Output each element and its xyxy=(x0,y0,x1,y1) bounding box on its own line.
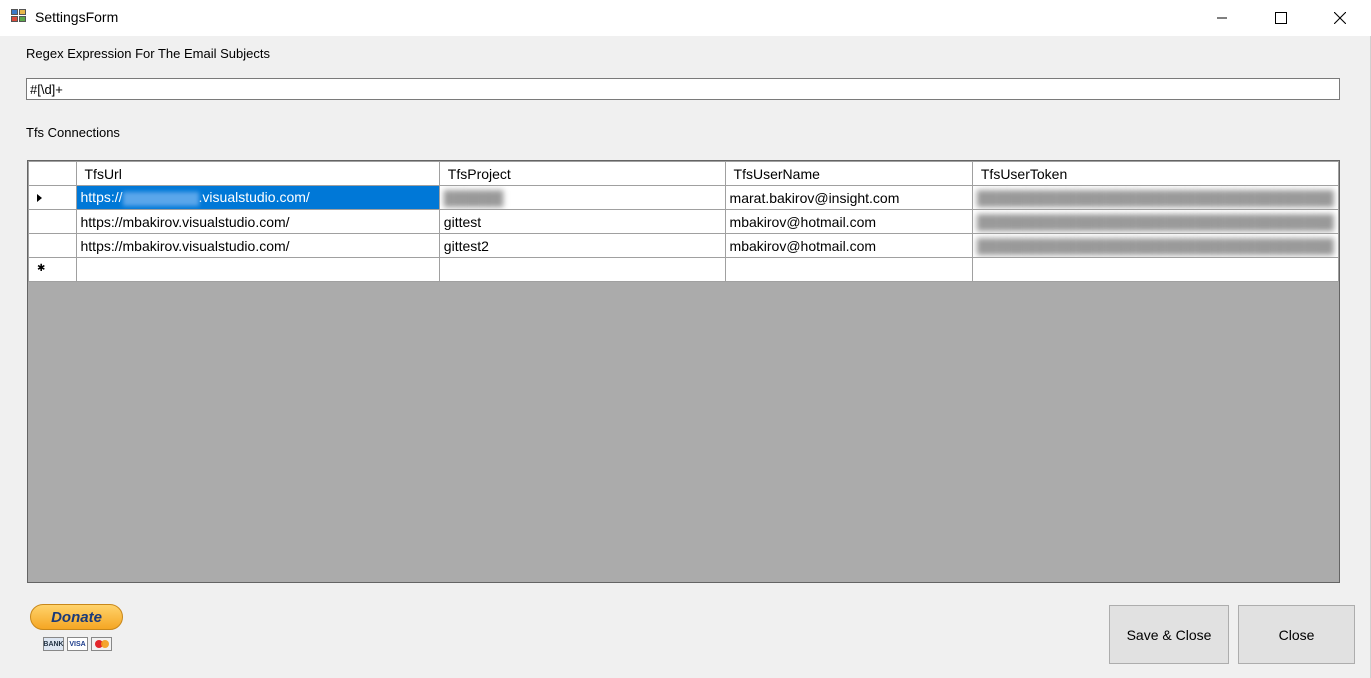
close-button[interactable]: Close xyxy=(1238,605,1355,664)
visa-card-icon: VISA xyxy=(67,637,88,651)
redacted-token: ████████████████████████████████████ xyxy=(976,237,1334,254)
url-suffix: .visualstudio.com/ xyxy=(198,189,310,206)
mastercard-icon xyxy=(91,637,112,651)
row-header[interactable] xyxy=(28,209,77,234)
payment-cards: BANK VISA xyxy=(43,637,112,651)
row-header[interactable] xyxy=(28,233,77,258)
row-pointer-icon xyxy=(37,194,42,202)
cell-tfsproject[interactable]: ██████ xyxy=(438,185,726,210)
grid-header-row: TfsUrl TfsProject TfsUserName TfsUserTok… xyxy=(28,161,1339,186)
minimize-button[interactable] xyxy=(1192,0,1251,36)
minimize-icon xyxy=(1216,17,1227,19)
cell-tfsurl[interactable]: https://mbakirov.visualstudio.com/ xyxy=(75,209,440,234)
close-window-button[interactable] xyxy=(1310,0,1369,36)
cell-tfsusername[interactable]: mbakirov@hotmail.com xyxy=(724,209,973,234)
table-row[interactable]: https://mbakirov.visualstudio.com/ gitte… xyxy=(28,209,1339,234)
cell-tfsurl[interactable]: https:// .visualstudio.com/ xyxy=(75,185,440,210)
row-header[interactable]: ✱ xyxy=(28,257,77,282)
tfs-connections-grid[interactable]: TfsUrl TfsProject TfsUserName TfsUserTok… xyxy=(27,160,1340,583)
donate-button[interactable]: Donate xyxy=(30,604,123,630)
cell-tfsusertoken[interactable]: ████████████████████████████████████ xyxy=(971,209,1339,234)
maximize-icon xyxy=(1274,12,1287,24)
redacted-text: ██████ xyxy=(443,189,504,206)
cell-tfsusertoken[interactable] xyxy=(971,257,1339,282)
column-header-tfsusertoken[interactable]: TfsUserToken xyxy=(971,161,1339,186)
cell-tfsusername[interactable]: marat.bakirov@insight.com xyxy=(724,185,973,210)
row-header[interactable] xyxy=(28,185,77,210)
cell-tfsusertoken[interactable]: ████████████████████████████████████ xyxy=(971,185,1339,210)
table-row[interactable]: https:// .visualstudio.com/ ██████ marat.… xyxy=(28,185,1339,210)
regex-label: Regex Expression For The Email Subjects xyxy=(26,46,270,61)
cell-tfsusername[interactable] xyxy=(724,257,973,282)
title-bar: SettingsForm xyxy=(0,0,1371,36)
window-title: SettingsForm xyxy=(35,9,119,25)
form-app-icon xyxy=(11,9,28,25)
column-header-tfsurl[interactable]: TfsUrl xyxy=(75,161,440,186)
table-row[interactable]: https://mbakirov.visualstudio.com/ gitte… xyxy=(28,233,1339,258)
cell-tfsusername[interactable]: mbakirov@hotmail.com xyxy=(724,233,973,258)
close-icon xyxy=(1333,12,1346,24)
cell-tfsproject[interactable]: gittest xyxy=(438,209,726,234)
cell-tfsusertoken[interactable]: ████████████████████████████████████ xyxy=(971,233,1339,258)
tfs-connections-label: Tfs Connections xyxy=(26,125,120,140)
new-row[interactable]: ✱ xyxy=(28,257,1339,282)
url-prefix: https:// xyxy=(80,189,123,206)
cell-tfsproject[interactable] xyxy=(438,257,726,282)
column-header-tfsproject[interactable]: TfsProject xyxy=(438,161,726,186)
redacted-text xyxy=(122,191,199,206)
grid-corner-header[interactable] xyxy=(28,161,77,186)
regex-input[interactable] xyxy=(26,78,1340,100)
redacted-token: ████████████████████████████████████ xyxy=(976,189,1334,206)
new-row-star-icon: ✱ xyxy=(37,263,46,274)
bank-card-icon: BANK xyxy=(43,637,64,651)
redacted-token: ████████████████████████████████████ xyxy=(976,213,1334,230)
cell-tfsproject[interactable]: gittest2 xyxy=(438,233,726,258)
cell-tfsurl[interactable]: https://mbakirov.visualstudio.com/ xyxy=(75,233,440,258)
maximize-button[interactable] xyxy=(1251,0,1310,36)
cell-tfsurl[interactable] xyxy=(75,257,440,282)
save-close-button[interactable]: Save & Close xyxy=(1109,605,1229,664)
column-header-tfsusername[interactable]: TfsUserName xyxy=(724,161,973,186)
